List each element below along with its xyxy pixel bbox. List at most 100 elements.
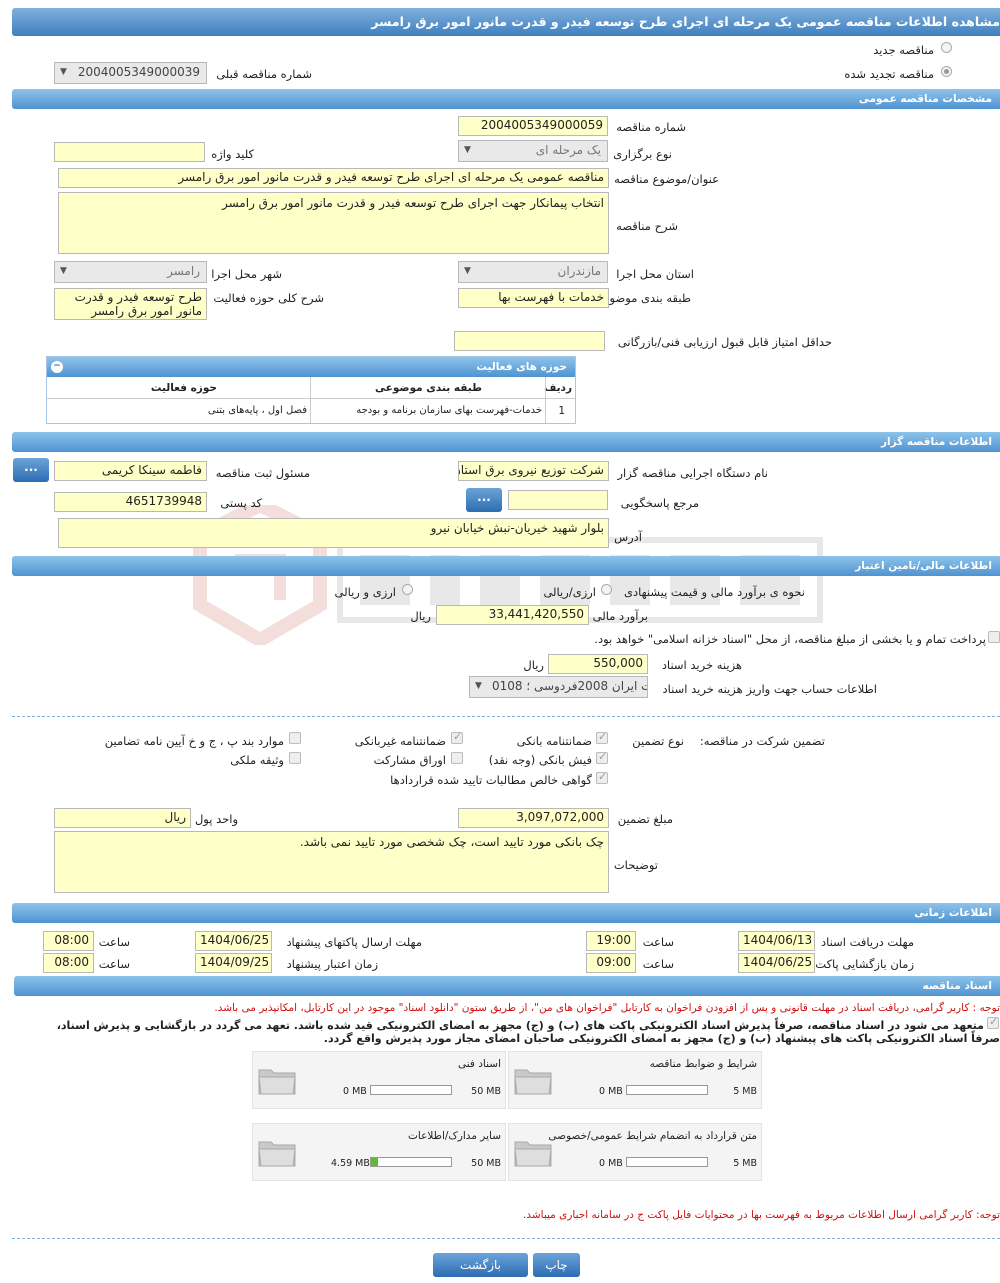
- guarantee-label: تضمین شرکت در مناقصه:: [699, 734, 825, 748]
- new-tender-label: مناقصه جدید: [873, 43, 934, 57]
- validity-time-field[interactable]: 08:00: [43, 953, 94, 973]
- renewed-tender-radio[interactable]: [941, 66, 952, 77]
- activity-table-title: حوزه های فعالیت: [476, 361, 567, 373]
- commit-text-1: متعهد می شود در اسناد مناقصه، صرفاً پذیر…: [56, 1019, 984, 1032]
- postal-label: کد پستی: [220, 496, 262, 510]
- ref-field[interactable]: [508, 490, 608, 510]
- city-label: شهر محل اجرا: [211, 267, 282, 281]
- cash-receipt-checkbox[interactable]: [596, 750, 608, 764]
- doc-fee-currency: ریال: [523, 658, 544, 672]
- open-date-field[interactable]: 1404/06/25: [738, 953, 815, 973]
- tender-no-label: شماره مناقصه: [616, 120, 686, 134]
- clauses-label: موارد بند پ ، ج و خ آیین نامه تضامین: [104, 734, 284, 748]
- type-label: نوع برگزاری: [613, 147, 672, 161]
- min-score-label: حداقل امتیاز قابل قبول ارزیابی فنی/بازرگ…: [617, 335, 832, 349]
- account-select[interactable]: ▼صادرات ایران 2008فردوسی ؛ 0108: [469, 676, 648, 698]
- postal-field[interactable]: 4651739948: [54, 492, 207, 512]
- city-select[interactable]: ▼ رامسر: [54, 261, 207, 283]
- send-date-field[interactable]: 1404/06/25: [195, 931, 272, 951]
- section-general: مشخصات مناقصه عمومی: [12, 89, 1000, 109]
- col-activity: حوزه فعالیت: [150, 382, 217, 394]
- org-label: نام دستگاه اجرایی مناقصه گزار: [617, 466, 768, 480]
- folder-icon: [258, 1069, 296, 1095]
- ref-more-button[interactable]: ...: [466, 488, 502, 512]
- method-opt1-radio[interactable]: [601, 584, 612, 595]
- receive-hour-label: ساعت: [642, 935, 674, 949]
- org-field[interactable]: شرکت توزیع نیروی برق استان مازندران: [458, 461, 609, 481]
- chevron-down-icon: ▼: [60, 266, 67, 276]
- guarantee-type-label: نوع تضمین: [632, 734, 684, 748]
- receive-time-field[interactable]: 19:00: [586, 931, 636, 951]
- subject-field[interactable]: مناقصه عمومی یک مرحله ای اجرای طرح توسعه…: [58, 168, 609, 188]
- prev-no-select[interactable]: ▼ 2004005349000039: [54, 62, 207, 84]
- new-tender-radio[interactable]: [941, 42, 952, 53]
- estimate-field[interactable]: 33,441,420,550: [436, 605, 589, 625]
- bank-guarantee-checkbox[interactable]: [596, 730, 608, 744]
- col-category: طبقه بندی موضوعی: [375, 382, 482, 394]
- currency-field[interactable]: ریال: [54, 808, 191, 828]
- activity-table: حوزه های فعالیت − ردیف طبقه بندی موضوعی …: [46, 356, 576, 424]
- back-button[interactable]: بازگشت: [433, 1253, 528, 1277]
- scope-field[interactable]: طرح توسعه فیدر و قدرت مانور امور برق رام…: [54, 288, 207, 320]
- method-opt2-label: ارزی و ریالی: [334, 585, 396, 599]
- file-box-technical[interactable]: اسناد فنی 0 MB 50 MB: [252, 1051, 506, 1109]
- treasury-text: پرداخت تمام و یا بخشی از مبلغ مناقصه، از…: [594, 632, 986, 646]
- officer-more-button[interactable]: ...: [13, 458, 49, 482]
- claims-checkbox[interactable]: [596, 770, 608, 784]
- send-time-field[interactable]: 08:00: [43, 931, 94, 951]
- address-label: آدرس: [614, 530, 642, 544]
- keyword-field[interactable]: [54, 142, 205, 162]
- section-finance: اطلاعات مالی/تامین اعتبار: [12, 556, 1000, 576]
- scope-label: شرح کلی حوزه فعالیت: [213, 291, 324, 305]
- validity-hour-label: ساعت: [98, 957, 130, 971]
- prev-no-label: شماره مناقصه قبلی: [216, 67, 312, 81]
- ref-label: مرجع پاسخگویی: [620, 496, 699, 510]
- col-row: ردیف: [544, 382, 572, 394]
- print-button[interactable]: چاپ: [533, 1253, 580, 1277]
- currency-label: واحد پول: [194, 812, 238, 826]
- file-box-other[interactable]: سایر مدارک/اطلاعات 4.59 MB 50 MB: [252, 1123, 506, 1181]
- chevron-down-icon: ▼: [475, 681, 482, 691]
- commit-checkbox[interactable]: [987, 1015, 999, 1029]
- validity-label: زمان اعتبار پیشنهاد: [286, 957, 378, 971]
- file-usage-bar: [370, 1157, 452, 1167]
- category-field[interactable]: خدمات با فهرست بها: [458, 288, 609, 308]
- type-select[interactable]: ▼ یک مرحله ای: [458, 140, 608, 162]
- officer-label: مسئول ثبت مناقصه: [215, 466, 310, 480]
- file-box-contract[interactable]: متن قرارداد به انضمام شرایط عمومی/خصوصی …: [508, 1123, 762, 1181]
- section-organizer: اطلاعات مناقصه گزار: [12, 432, 1000, 452]
- clauses-checkbox[interactable]: [289, 732, 301, 744]
- address-field[interactable]: بلوار شهید خیریان-نبش خیابان نیرو: [58, 518, 609, 548]
- province-select[interactable]: ▼ مازندران: [458, 261, 608, 283]
- min-score-field[interactable]: [454, 331, 605, 351]
- table-row: 1 خدمات-فهرست بهای سازمان برنامه و بودجه…: [47, 399, 575, 423]
- officer-field[interactable]: فاطمه سینکا کریمی: [54, 461, 207, 481]
- claims-label: گواهی خالص مطالبات تایید شده قراردادها: [390, 773, 592, 787]
- docs-note: توجه : کاربر گرامی، دریافت اسناد در مهلت…: [214, 1002, 1000, 1014]
- file-box-terms[interactable]: شرایط و ضوابط مناقصه 0 MB 5 MB: [508, 1051, 762, 1109]
- section-time: اطلاعات زمانی: [12, 903, 1000, 923]
- collapse-icon[interactable]: −: [51, 361, 63, 373]
- method-opt2-radio[interactable]: [402, 584, 413, 595]
- notes-field[interactable]: چک بانکی مورد تایید است، چک شخصی مورد تا…: [54, 831, 609, 893]
- tender-no-field[interactable]: 2004005349000059: [458, 116, 608, 136]
- validity-date-field[interactable]: 1404/09/25: [195, 953, 272, 973]
- treasury-checkbox[interactable]: [988, 631, 1000, 643]
- desc-label: شرح مناقصه: [616, 219, 678, 233]
- nonbank-guarantee-label: ضمانتنامه غیربانکی: [354, 734, 446, 748]
- nonbank-guarantee-checkbox[interactable]: [451, 730, 463, 744]
- doc-fee-field[interactable]: 550,000: [548, 654, 648, 674]
- docs-note-2: توجه: کاربر گرامی ارسال اطلاعات مربوط به…: [522, 1209, 1000, 1221]
- file-usage-bar: [626, 1157, 708, 1167]
- guarantee-amount-field[interactable]: 3,097,072,000: [458, 808, 609, 828]
- property-checkbox[interactable]: [289, 752, 301, 764]
- receive-date-field[interactable]: 1404/06/13: [738, 931, 815, 951]
- send-hour-label: ساعت: [98, 935, 130, 949]
- subject-label: عنوان/موضوع مناقصه: [614, 172, 719, 186]
- estimate-label: برآورد مالی: [592, 609, 648, 623]
- desc-field[interactable]: انتخاب پیمانکار جهت اجرای طرح توسعه فیدر…: [58, 192, 609, 254]
- bonds-checkbox[interactable]: [451, 752, 463, 764]
- guarantee-amount-label: مبلغ تضمین: [617, 812, 673, 826]
- open-time-field[interactable]: 09:00: [586, 953, 636, 973]
- chevron-down-icon: ▼: [464, 266, 471, 276]
